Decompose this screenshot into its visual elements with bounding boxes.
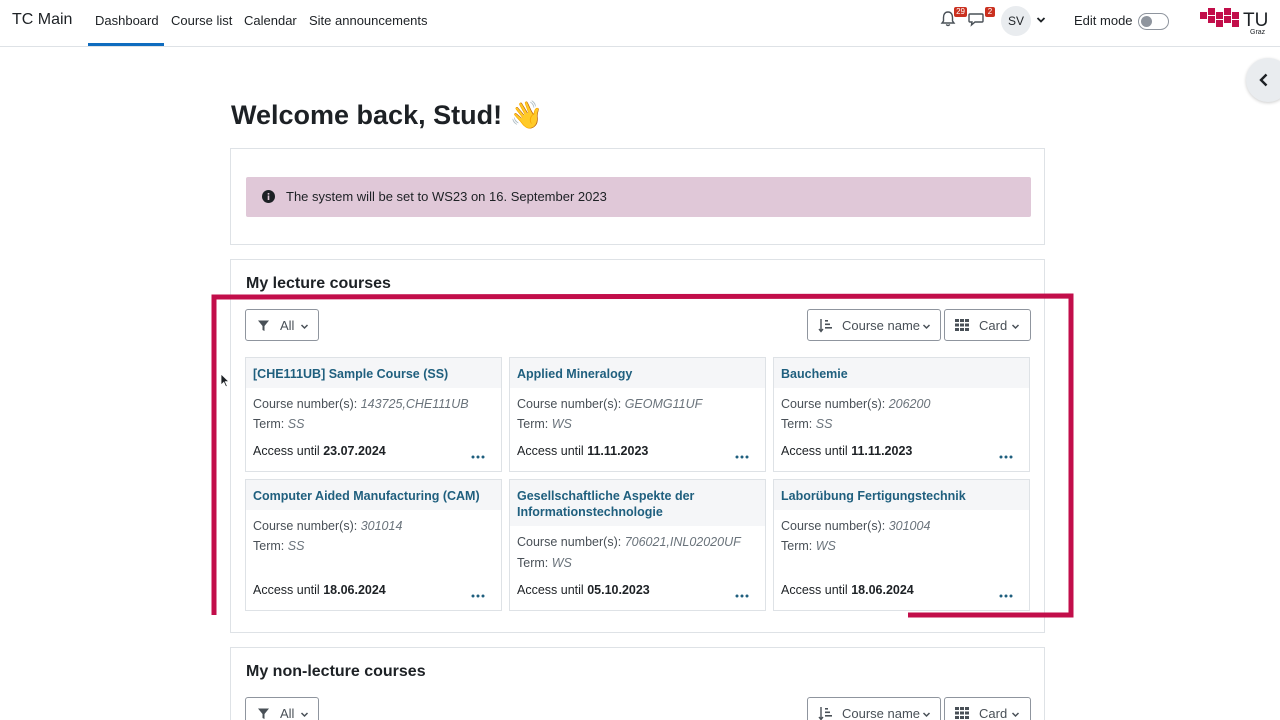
filter-icon <box>258 708 269 719</box>
highlight-annotation <box>211 293 1074 618</box>
grid-icon <box>955 707 969 719</box>
tu-graz-logo: TU Graz <box>1200 8 1268 36</box>
system-alert: The system will be set to WS23 on 16. Se… <box>246 177 1031 217</box>
toggle-knob <box>1141 16 1152 27</box>
logo-subtext: Graz <box>1250 29 1266 36</box>
sort-label: Course name <box>842 706 921 720</box>
nav-active-indicator <box>88 43 164 46</box>
sort-icon <box>818 707 832 720</box>
alert-text: The system will be set to WS23 on 16. Se… <box>286 189 607 204</box>
chevron-down-icon <box>922 712 931 718</box>
edit-mode-label: Edit mode <box>1074 13 1133 28</box>
mouse-cursor-icon <box>220 373 230 388</box>
chevron-down-icon <box>1011 712 1020 718</box>
logo-text: TU <box>1243 10 1268 31</box>
notifications-badge: 29 <box>954 7 967 17</box>
view-dropdown[interactable]: Card <box>944 697 1031 720</box>
messages-badge: 2 <box>985 7 995 17</box>
nav-calendar[interactable]: Calendar <box>244 13 297 28</box>
view-label: Card <box>979 706 1008 720</box>
chevron-down-icon[interactable] <box>1035 14 1047 26</box>
non-lecture-courses-block: My non-lecture courses All Course name C… <box>230 647 1045 720</box>
edit-mode-toggle[interactable] <box>1138 13 1169 30</box>
filter-dropdown[interactable]: All <box>245 697 319 720</box>
open-drawer-button[interactable] <box>1246 58 1280 102</box>
nav-dashboard[interactable]: Dashboard <box>95 13 159 28</box>
messages-button[interactable]: 2 <box>967 7 995 32</box>
chat-bubble-icon <box>968 13 984 27</box>
chevron-left-icon <box>1259 73 1268 87</box>
announcement-block: The system will be set to WS23 on 16. Se… <box>230 148 1045 245</box>
top-navbar: TC Main Dashboard Course list Calendar S… <box>0 0 1280 47</box>
filter-label: All <box>280 706 295 720</box>
site-brand[interactable]: TC Main <box>12 11 72 29</box>
notifications-button[interactable]: 29 <box>939 7 967 32</box>
info-icon <box>262 190 275 203</box>
nav-site-announcements[interactable]: Site announcements <box>309 13 428 28</box>
user-avatar[interactable]: SV <box>1001 6 1031 36</box>
non-lecture-courses-title: My non-lecture courses <box>246 663 426 680</box>
nav-course-list[interactable]: Course list <box>171 13 232 28</box>
chevron-down-icon <box>300 712 309 718</box>
page-title: Welcome back, Stud! 👋 <box>231 100 544 130</box>
sort-dropdown[interactable]: Course name <box>807 697 941 720</box>
